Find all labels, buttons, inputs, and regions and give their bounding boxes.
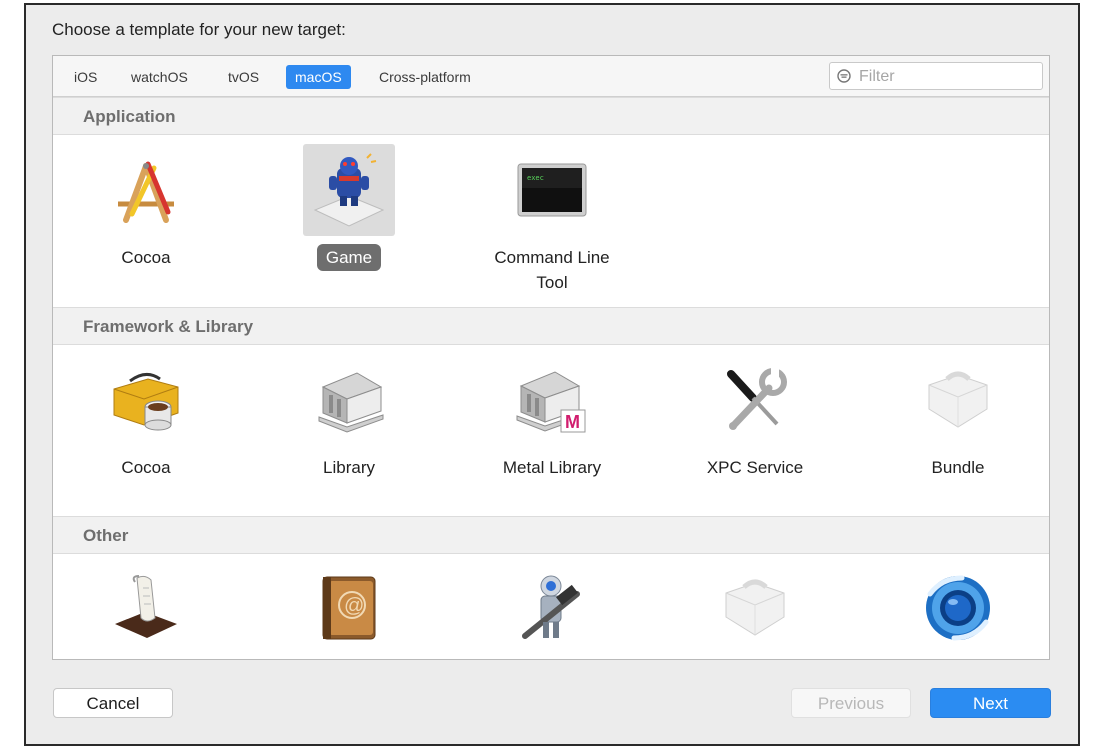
metal-library-icon: M: [516, 371, 586, 433]
filter-field[interactable]: [829, 62, 1043, 90]
template-label: Bundle: [931, 458, 985, 477]
template-label: Metal Library: [502, 458, 602, 477]
template-label: Cocoa: [121, 458, 171, 477]
filter-icon: [837, 69, 851, 83]
address-book-icon: @: [322, 576, 376, 640]
template-bundle[interactable]: Bundle: [883, 354, 1033, 481]
tab-cross-platform[interactable]: Cross-platform: [370, 65, 480, 89]
game-icon: [313, 153, 385, 227]
next-button[interactable]: Next: [930, 688, 1051, 718]
template-other-automator[interactable]: [477, 562, 627, 654]
template-other-instruments[interactable]: [883, 562, 1033, 654]
platform-tab-bar: iOS watchOS tvOS macOS Cross-platform: [53, 56, 1049, 97]
section-header-other: Other: [53, 516, 1049, 554]
automator-robot-icon: [522, 575, 580, 639]
template-cocoa-app[interactable]: Cocoa: [71, 144, 221, 271]
template-cocoa-framework[interactable]: Cocoa: [71, 354, 221, 481]
template-label: Command Line Tool: [494, 248, 610, 292]
section-title: Framework & Library: [83, 317, 254, 336]
template-metal-library[interactable]: M Metal Library: [477, 354, 627, 481]
template-panel: iOS watchOS tvOS macOS Cross-platform Ap…: [52, 55, 1050, 660]
filter-input[interactable]: [857, 65, 1041, 89]
terminal-icon: exec: [517, 163, 587, 217]
tab-ios[interactable]: iOS: [65, 65, 106, 89]
template-other-address-book[interactable]: @: [274, 562, 424, 654]
template-other-bundle[interactable]: [680, 562, 830, 654]
section-title: Application: [83, 107, 176, 126]
scroll-script-icon: [115, 575, 177, 638]
library-building-icon: [318, 372, 384, 433]
template-other-script[interactable]: [71, 562, 221, 654]
toolbox-icon: [113, 373, 179, 431]
section-header-framework-library: Framework & Library: [53, 307, 1049, 345]
template-label: Game: [316, 244, 382, 271]
terminal-text: exec: [527, 174, 544, 182]
metal-badge-text: M: [565, 412, 580, 432]
template-game[interactable]: Game: [274, 144, 424, 271]
bundle-icon: [928, 371, 988, 428]
section-title: Other: [83, 526, 129, 545]
template-label: Cocoa: [121, 248, 171, 267]
template-label: XPC Service: [706, 458, 804, 477]
instruments-icon: [926, 575, 990, 641]
cancel-button[interactable]: Cancel: [53, 688, 173, 718]
template-xpc-service[interactable]: XPC Service: [680, 354, 830, 481]
template-label: Library: [323, 458, 375, 477]
screwdriver-wrench-icon: [727, 368, 787, 430]
section-header-application: Application: [53, 97, 1049, 135]
previous-button[interactable]: Previous: [791, 688, 911, 718]
at-sign-text: @: [344, 595, 364, 617]
tab-watchos[interactable]: watchOS: [122, 65, 197, 89]
cocoa-app-icon: [118, 161, 174, 223]
bundle-icon: [725, 579, 785, 636]
dialog-heading: Choose a template for your new target:: [52, 20, 346, 39]
tab-macos[interactable]: macOS: [286, 65, 351, 89]
template-library[interactable]: Library: [274, 354, 424, 481]
template-command-line-tool[interactable]: exec Command Line Tool: [477, 144, 627, 296]
tab-tvos[interactable]: tvOS: [219, 65, 268, 89]
